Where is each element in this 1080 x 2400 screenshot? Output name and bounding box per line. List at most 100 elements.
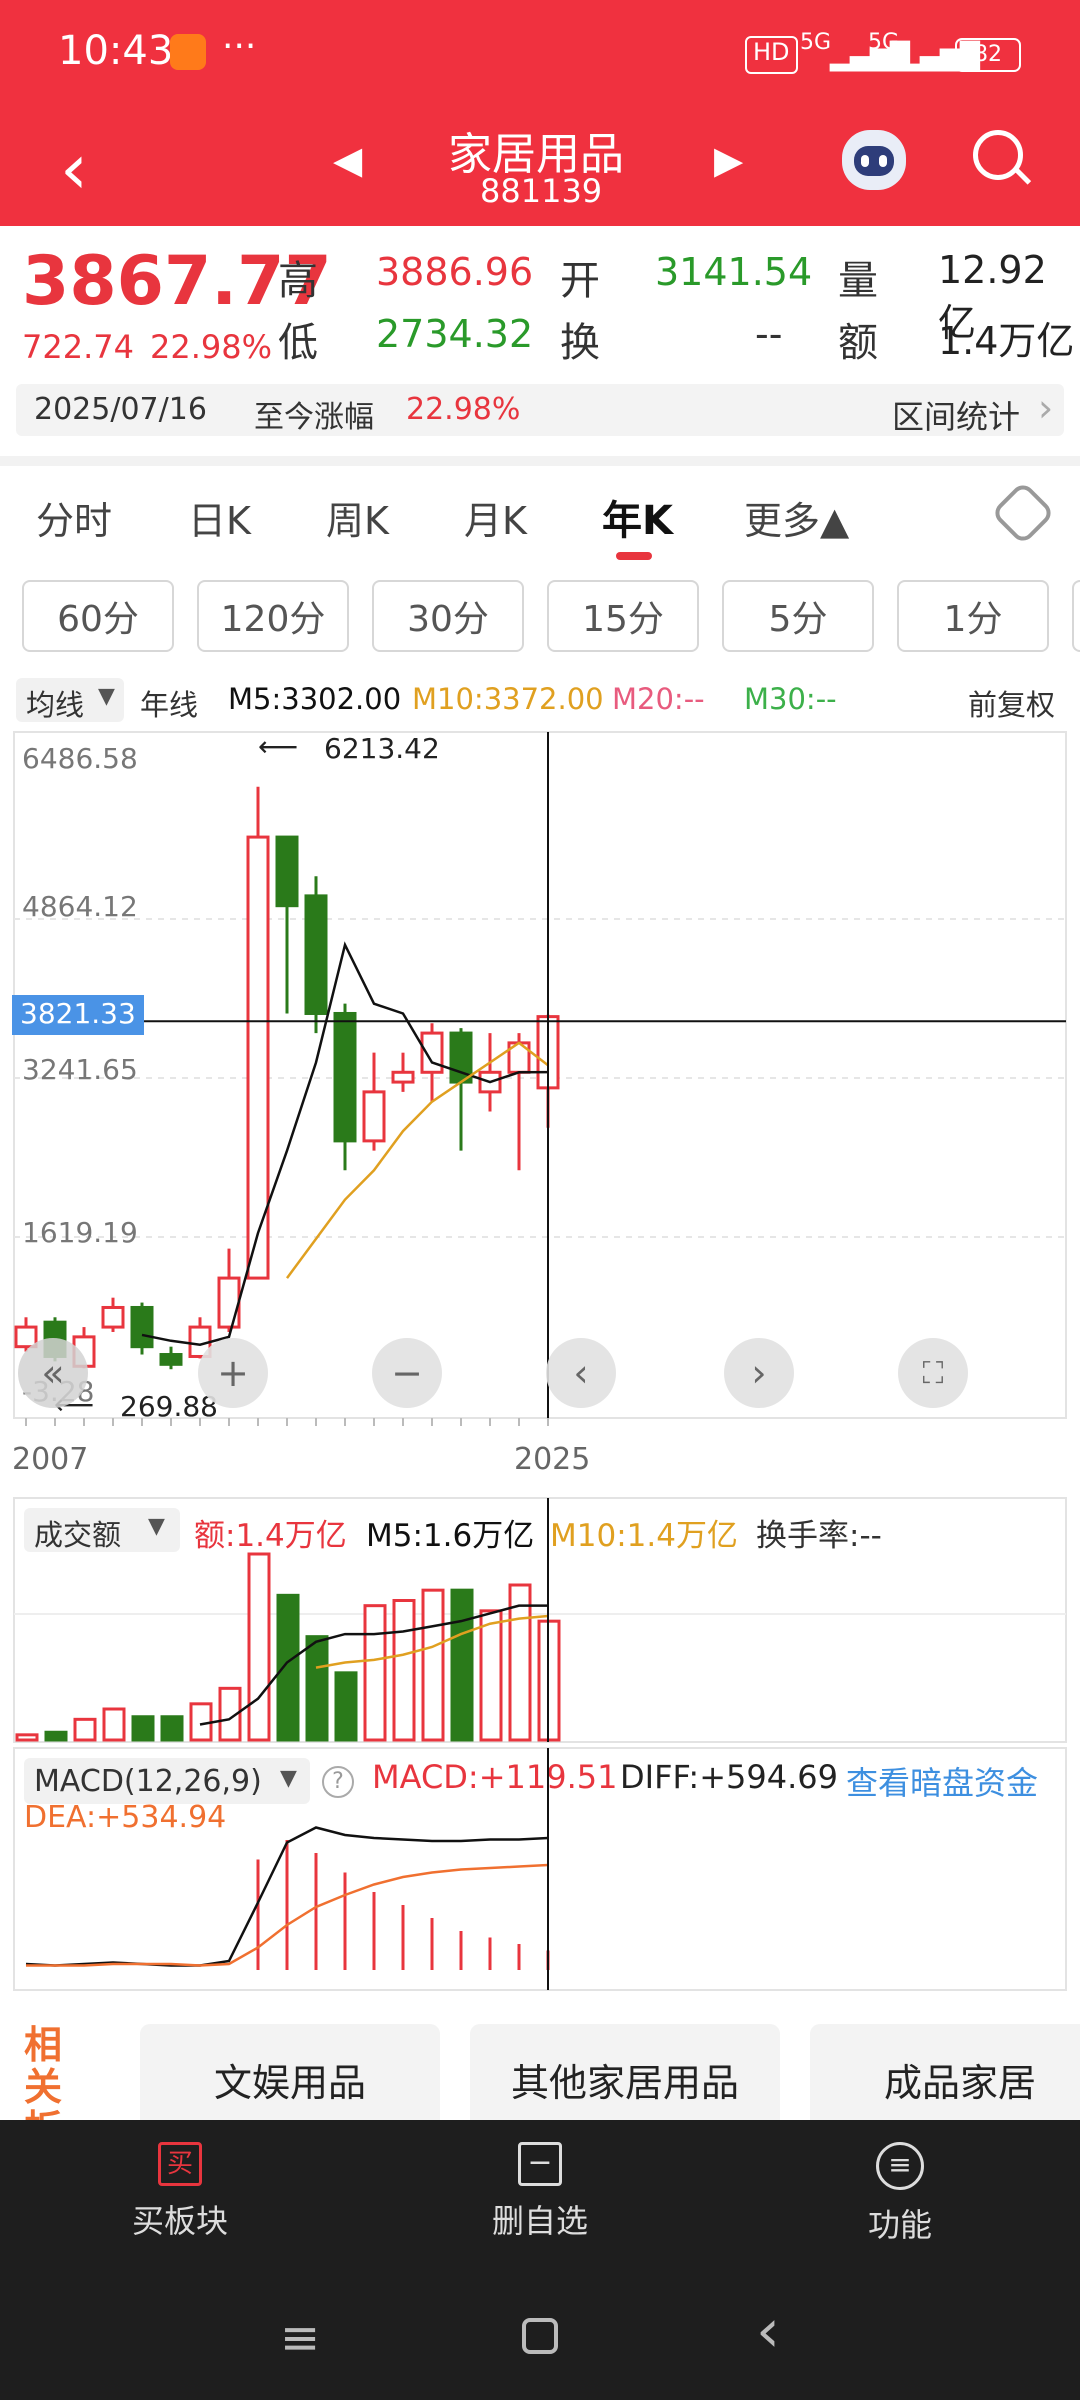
app-notification-icon (170, 34, 206, 70)
related-sector-item[interactable]: 文娱用品 (140, 2024, 440, 2134)
y-tick-label: 3241.65 (22, 1053, 138, 1086)
chevron-left-icon: ‹ (573, 1351, 589, 1395)
functions-button[interactable]: ≡ 功能 (780, 2142, 1020, 2246)
period-30min-button[interactable]: 30分 (372, 580, 524, 652)
period-5min-button[interactable]: 5分 (722, 580, 874, 652)
nav-menu-icon[interactable]: ≡ (280, 2310, 320, 2366)
price-change-pct: 22.98% (150, 328, 273, 366)
ma-legend: 均线 ▼ 年线 M5:3302.00 M10:3372.00 M20:-- M3… (0, 670, 1080, 730)
candle-down (130, 1305, 154, 1349)
max-price-arrow-icon: ⟵ (258, 730, 299, 763)
amount-label: 额 (838, 320, 878, 366)
volume-bar-up (392, 1599, 416, 1742)
volume-bar-up (247, 1552, 271, 1742)
fullscreen-button[interactable]: ⛶ (898, 1338, 968, 1408)
max-price-label: 6213.42 (324, 732, 440, 765)
turnover-label: 换 (560, 320, 600, 366)
status-more-dots: ··· (222, 26, 257, 67)
double-chevron-left-icon: « (41, 1351, 65, 1395)
y-tick-label: 1619.19 (22, 1216, 138, 1249)
range-date: 2025/07/16 (34, 392, 207, 427)
period-60min-button[interactable]: 60分 (22, 580, 174, 652)
ma5-value: M5:3302.00 (228, 682, 402, 716)
tab-yearly-k[interactable]: 年K (602, 488, 673, 546)
open-label: 开 (560, 258, 600, 304)
related-sector-item[interactable]: 成品家居 (810, 2024, 1080, 2134)
tab-daily-k[interactable]: 日K (188, 490, 251, 545)
remove-watchlist-label: 删自选 (491, 2202, 588, 2240)
status-bar: 10:43 ··· HD 5G 5G ▂▄▆█ ▂▄▆█ 82 (0, 0, 1080, 110)
ma-type: 年线 (140, 688, 199, 722)
open-value: 3141.54 (655, 250, 813, 294)
active-tab-indicator (616, 552, 652, 560)
range-stats-link[interactable]: 区间统计 (892, 392, 1020, 438)
x-axis-current: 2025 (514, 1442, 591, 1477)
tab-weekly-k[interactable]: 周K (326, 490, 389, 545)
status-time: 10:43 (58, 28, 174, 74)
chevron-right-icon: › (751, 1351, 767, 1395)
kline-chart[interactable] (0, 728, 1080, 1428)
related-sector-item[interactable]: 其他家居用品 (470, 2024, 780, 2134)
caret-down-icon: ▼ (98, 684, 115, 709)
volume-bar-down (450, 1588, 474, 1742)
buy-sector-button[interactable]: 买 买板块 (60, 2142, 300, 2242)
volume-bar-down (44, 1730, 68, 1742)
range-value: 22.98% (406, 392, 521, 427)
signal-bars-icon: ▂▄▆█ (830, 42, 910, 72)
buy-icon: 买 (158, 2142, 202, 2186)
signal-5g-1: 5G (800, 30, 832, 55)
ma20-value: M20:-- (612, 682, 705, 716)
period-tabs: 分时 日K 周K 月K 年K 更多▲ (0, 466, 1080, 566)
fullscreen-icon: ⛶ (922, 1355, 944, 1391)
period-1min-button[interactable]: 1分 (897, 580, 1049, 652)
divider (0, 456, 1080, 466)
back-arrow-icon[interactable]: ‹ (60, 128, 88, 210)
min-price-label: 269.88 (120, 1390, 218, 1423)
next-stock-icon[interactable]: ▶ (714, 138, 743, 182)
volume-bar-up (479, 1609, 503, 1742)
zoom-out-button[interactable]: − (372, 1338, 442, 1408)
scroll-right-button[interactable]: › (724, 1338, 794, 1408)
volume-bar-down (131, 1715, 155, 1742)
turnover-value: -- (755, 312, 783, 356)
nav-back-icon[interactable]: ‹ (756, 2296, 780, 2366)
x-axis-start: 2007 (12, 1442, 89, 1477)
menu-circle-icon: ≡ (876, 2142, 924, 2190)
range-stats-bar[interactable]: 2025/07/16 至今涨幅 22.98% 区间统计 › (16, 384, 1064, 436)
nav-home-icon[interactable] (522, 2318, 558, 2354)
tab-more[interactable]: 更多▲ (744, 490, 849, 545)
candle-down (333, 1011, 357, 1143)
price-change: 722.74 (22, 328, 134, 366)
scroll-left-button[interactable]: ‹ (546, 1338, 616, 1408)
candle-up (362, 1090, 386, 1143)
volume-chart[interactable] (0, 1494, 1080, 1744)
tab-monthly-k[interactable]: 月K (464, 490, 527, 545)
crosshair-price-tag: 3821.33 (12, 995, 144, 1035)
adjust-mode[interactable]: 前复权 (968, 682, 1055, 724)
settings-icon[interactable] (990, 480, 1056, 546)
zoom-in-button[interactable]: + (198, 1338, 268, 1408)
robot-assistant-icon[interactable] (842, 130, 906, 190)
macd-frame (13, 1747, 1067, 1991)
scroll-to-start-button[interactable]: « (18, 1338, 88, 1408)
hd-badge: HD (745, 36, 798, 74)
high-label: 高 (278, 258, 318, 304)
stock-code: 881139 (480, 172, 603, 210)
macd-chart[interactable] (0, 1744, 1080, 1994)
candle-down (159, 1353, 183, 1366)
candle-up (101, 1305, 125, 1329)
volume-bar-up (363, 1604, 387, 1742)
ma30-value: M30:-- (744, 682, 837, 716)
chevron-right-icon: › (1038, 386, 1054, 430)
tab-intraday[interactable]: 分时 (36, 490, 112, 545)
candle-up (391, 1070, 415, 1084)
period-120min-button[interactable]: 120分 (197, 580, 349, 652)
remove-watchlist-button[interactable]: − 删自选 (420, 2142, 660, 2242)
period-15min-button[interactable]: 15分 (547, 580, 699, 652)
amount-value: 1.4万亿 (938, 319, 1075, 363)
quote-panel: 3867.77 722.74 22.98% 高 3886.96 低 2734.3… (0, 226, 1080, 456)
battery-icon: 82 (955, 38, 1021, 72)
candle-up (217, 1276, 241, 1329)
indicator-dropdown[interactable]: 均线 ▼ (16, 678, 124, 722)
prev-stock-icon[interactable]: ◀ (333, 138, 362, 182)
